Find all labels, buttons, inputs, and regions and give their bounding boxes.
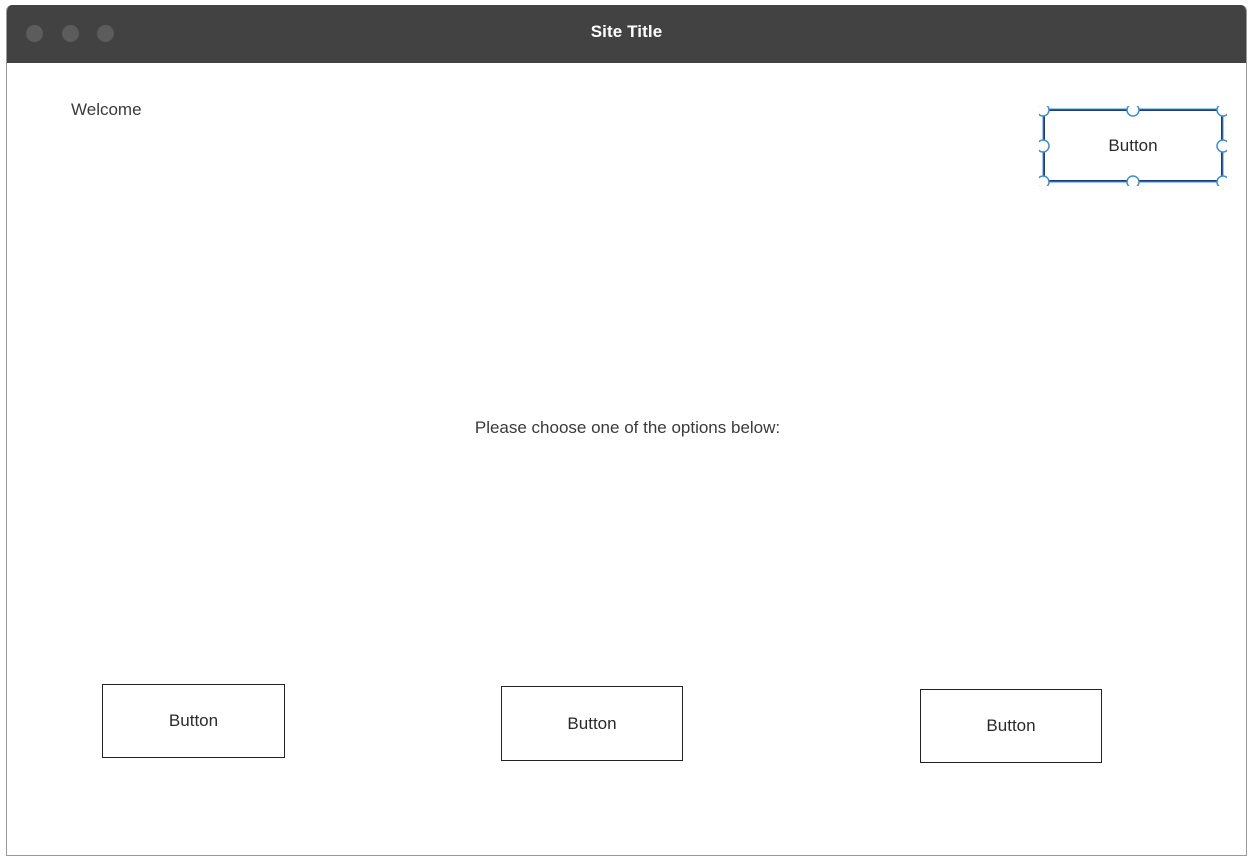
option-button-3[interactable]: Button (920, 689, 1102, 763)
option-button-3-label: Button (986, 716, 1036, 735)
selected-top-button-label: Button (1108, 135, 1158, 155)
option-button-2[interactable]: Button (501, 686, 683, 761)
page-content: Welcome Button Please choose one of the … (7, 63, 1246, 855)
selected-top-button[interactable]: Button (1043, 109, 1223, 182)
welcome-text: Welcome (71, 100, 142, 119)
title-bar: Site Title (7, 5, 1246, 63)
site-title: Site Title (590, 22, 663, 41)
option-button-1-label: Button (168, 711, 219, 730)
app-window: Site Title Welcome Button Please choose … (6, 5, 1247, 856)
option-button-1[interactable]: Button (102, 684, 285, 758)
option-button-2-label: Button (567, 713, 617, 733)
choose-prompt: Please choose one of the options below: (474, 418, 781, 437)
